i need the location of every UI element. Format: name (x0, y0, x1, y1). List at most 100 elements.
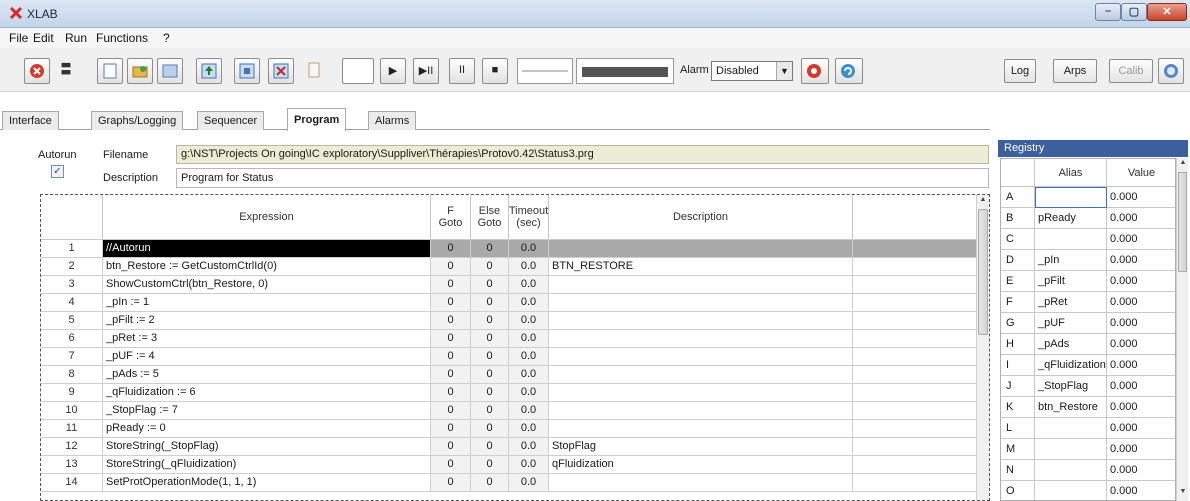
f-goto-cell[interactable]: 0 (431, 330, 471, 348)
refresh-button[interactable] (835, 58, 863, 84)
table-row[interactable]: 12 StoreString(_StopFlag) 0 0 0.0 StopFlag (41, 438, 976, 456)
registry-row[interactable]: J _StopFlag 0.000 (1001, 376, 1175, 397)
else-goto-cell[interactable]: 0 (471, 474, 509, 492)
f-goto-cell[interactable]: 0 (431, 402, 471, 420)
registry-row[interactable]: F _pRet 0.000 (1001, 292, 1175, 313)
else-goto-cell[interactable]: 0 (471, 384, 509, 402)
tab-sequencer[interactable]: Sequencer (197, 111, 265, 130)
maximize-button[interactable]: ▢ (1121, 3, 1147, 21)
timeout-cell[interactable]: 0.0 (509, 420, 549, 438)
registry-scrollbar-thumb[interactable] (1178, 172, 1187, 272)
scroll-down-icon[interactable]: ▼ (1177, 488, 1189, 495)
registry-row[interactable]: I _qFluidization 0.000 (1001, 355, 1175, 376)
registry-row[interactable]: O 0.000 (1001, 481, 1175, 500)
expression-cell[interactable]: _pRet := 3 (103, 330, 431, 348)
close-button[interactable]: ✕ (1147, 3, 1187, 21)
else-goto-cell[interactable]: 0 (471, 258, 509, 276)
tab-program[interactable]: Program (287, 108, 347, 131)
registry-alias-cell[interactable] (1035, 229, 1107, 250)
table-row[interactable]: 4 _pIn := 1 0 0 0.0 (41, 294, 976, 312)
timeout-cell[interactable]: 0.0 (509, 240, 549, 258)
registry-row[interactable]: A 0.000 (1001, 187, 1175, 208)
registry-value-cell[interactable]: 0.000 (1107, 334, 1175, 355)
table-row[interactable]: 2 btn_Restore := GetCustomCtrlId(0) 0 0 0.0 B… (41, 258, 976, 276)
tab-alarms[interactable]: Alarms (368, 111, 417, 130)
header-description[interactable]: Description (549, 195, 853, 240)
else-goto-cell[interactable]: 0 (471, 294, 509, 312)
play-button[interactable]: ▶ (380, 58, 406, 84)
delete-button[interactable] (268, 58, 294, 84)
f-goto-cell[interactable]: 0 (431, 474, 471, 492)
info-button[interactable] (1158, 58, 1184, 84)
registry-alias-cell[interactable]: pReady (1035, 208, 1107, 229)
registry-value-cell[interactable]: 0.000 (1107, 418, 1175, 439)
table-row[interactable]: 5 _pFilt := 2 0 0 0.0 (41, 312, 976, 330)
registry-row[interactable]: M 0.000 (1001, 439, 1175, 460)
description-cell[interactable] (549, 312, 853, 330)
else-goto-cell[interactable]: 0 (471, 348, 509, 366)
else-goto-cell[interactable]: 0 (471, 276, 509, 294)
else-goto-cell[interactable]: 0 (471, 438, 509, 456)
registry-value-cell[interactable]: 0.000 (1107, 481, 1175, 500)
description-cell[interactable] (549, 348, 853, 366)
table-row[interactable]: 11 pReady := 0 0 0 0.0 (41, 420, 976, 438)
expression-cell[interactable]: _pUF := 4 (103, 348, 431, 366)
timeout-cell[interactable]: 0.0 (509, 330, 549, 348)
menu-help[interactable]: ? (163, 31, 170, 45)
download-button[interactable] (234, 58, 260, 84)
registry-alias-cell[interactable]: _pFilt (1035, 271, 1107, 292)
f-goto-cell[interactable]: 0 (431, 420, 471, 438)
expression-cell[interactable]: _pIn := 1 (103, 294, 431, 312)
registry-header-value[interactable]: Value (1107, 159, 1175, 187)
registry-alias-cell[interactable] (1035, 439, 1107, 460)
image-button[interactable] (157, 58, 183, 84)
table-row[interactable]: 6 _pRet := 3 0 0 0.0 (41, 330, 976, 348)
registry-row[interactable]: H _pAds 0.000 (1001, 334, 1175, 355)
table-row[interactable]: 10 _StopFlag := 7 0 0 0.0 (41, 402, 976, 420)
f-goto-cell[interactable]: 0 (431, 294, 471, 312)
description-cell[interactable] (549, 240, 853, 258)
description-cell[interactable] (549, 420, 853, 438)
log-button[interactable]: Log (1004, 59, 1036, 83)
description-cell[interactable] (549, 294, 853, 312)
f-goto-cell[interactable]: 0 (431, 438, 471, 456)
header-else-goto[interactable]: Else Goto (471, 195, 509, 240)
registry-alias-cell[interactable]: _pIn (1035, 250, 1107, 271)
registry-value-cell[interactable]: 0.000 (1107, 439, 1175, 460)
registry-scrollbar[interactable]: ▲ ▼ (1176, 158, 1188, 501)
stop-run-button[interactable]: ■ (482, 58, 508, 84)
registry-value-cell[interactable]: 0.000 (1107, 250, 1175, 271)
menu-edit[interactable]: Edit (33, 31, 54, 45)
registry-alias-cell[interactable] (1035, 418, 1107, 439)
table-row[interactable]: 1//Autorun 0 0 0.0 (41, 240, 976, 258)
registry-row[interactable]: C 0.000 (1001, 229, 1175, 250)
registry-row[interactable]: L 0.000 (1001, 418, 1175, 439)
f-goto-cell[interactable]: 0 (431, 312, 471, 330)
registry-row[interactable]: N 0.000 (1001, 460, 1175, 481)
open-folder-button[interactable] (127, 58, 153, 84)
expression-cell[interactable]: _qFluidization := 6 (103, 384, 431, 402)
blank-button[interactable] (342, 58, 374, 84)
table-row[interactable]: 14 SetProtOperationMode(1, 1, 1) 0 0 0.0 (41, 474, 976, 492)
registry-row[interactable]: G _pUF 0.000 (1001, 313, 1175, 334)
grid-scrollbar-thumb[interactable] (978, 209, 988, 335)
registry-value-cell[interactable]: 0.000 (1107, 313, 1175, 334)
f-goto-cell[interactable]: 0 (431, 258, 471, 276)
step-button[interactable]: ▶II (413, 58, 439, 84)
minimize-button[interactable]: – (1095, 3, 1121, 21)
timeout-cell[interactable]: 0.0 (509, 474, 549, 492)
registry-alias-cell[interactable]: _pAds (1035, 334, 1107, 355)
expression-cell[interactable]: //Autorun (103, 240, 431, 258)
else-goto-cell[interactable]: 0 (471, 240, 509, 258)
registry-value-cell[interactable]: 0.000 (1107, 355, 1175, 376)
header-timeout[interactable]: Timeout (sec) (509, 195, 549, 240)
timeout-cell[interactable]: 0.0 (509, 258, 549, 276)
timeout-cell[interactable]: 0.0 (509, 348, 549, 366)
scroll-up-icon[interactable]: ▲ (1177, 159, 1189, 166)
upload-button[interactable] (196, 58, 222, 84)
description-cell[interactable] (549, 366, 853, 384)
f-goto-cell[interactable]: 0 (431, 276, 471, 294)
registry-alias-cell[interactable] (1035, 187, 1107, 208)
expression-cell[interactable]: StoreString(_qFluidization) (103, 456, 431, 474)
alarm-chk-select[interactable]: Disabled ▼ (711, 61, 793, 81)
